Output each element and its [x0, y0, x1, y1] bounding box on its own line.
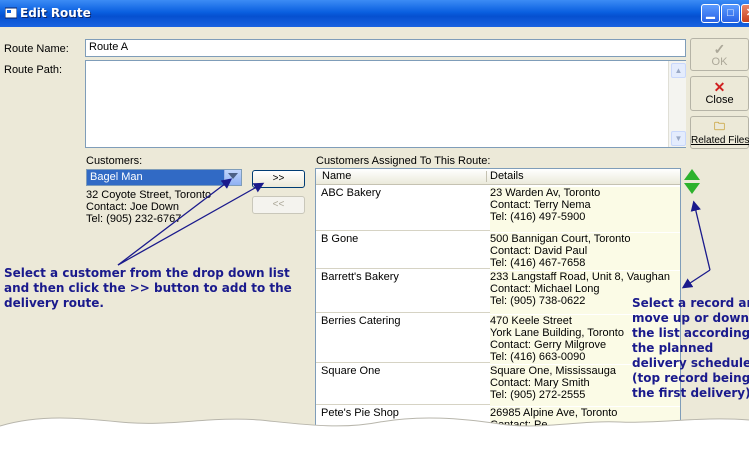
assigned-customers-grid[interactable]: Name Details ABC Bakery 23 Warden Av, To…	[315, 168, 681, 449]
callout-line: move up or down	[632, 311, 749, 325]
detail-line: 23 Warden Av, Toronto	[490, 187, 601, 199]
column-header-name[interactable]: Name	[322, 170, 351, 182]
route-path-textarea[interactable]	[85, 60, 686, 148]
route-path-label: Route Path:	[4, 64, 63, 76]
callout-line: the list according to	[632, 326, 749, 340]
add-customer-button[interactable]: >>	[252, 170, 305, 188]
minimize-icon: ▁	[706, 7, 715, 19]
callout-line: delivery schedule	[632, 356, 749, 370]
minimize-button[interactable]: ▁	[701, 4, 720, 23]
move-down-arrow-icon[interactable]	[684, 183, 700, 194]
grid-header: Name Details	[316, 169, 680, 185]
related-files-button[interactable]: 🗀 Related Files	[690, 116, 749, 149]
table-row[interactable]: ABC Bakery 23 Warden Av, Toronto Contact…	[316, 185, 680, 232]
row-details: 23 Warden Av, Toronto Contact: Terry Nem…	[490, 187, 680, 232]
callout-line: Select a customer from the drop down lis…	[4, 266, 290, 280]
route-path-scrollbar[interactable]: ▲ ▼	[668, 61, 686, 147]
route-name-label: Route Name:	[4, 43, 69, 55]
table-row[interactable]: Berries Catering 470 Keele Street York L…	[316, 313, 680, 364]
torn-edge	[0, 417, 749, 449]
customer-dropdown[interactable]: Bagel Man	[86, 169, 242, 186]
table-row[interactable]: B Gone 500 Bannigan Court, Toronto Conta…	[316, 231, 680, 270]
detail-line: Contact: Michael Long	[490, 283, 600, 295]
right-instruction-callout: Select a record and move up or down the …	[632, 296, 749, 401]
scroll-down-icon[interactable]: ▼	[671, 131, 686, 146]
row-name: ABC Bakery	[321, 187, 381, 199]
callout-line: the first delivery).	[632, 386, 749, 400]
table-row[interactable]: Square One Square One, Mississauga Conta…	[316, 363, 680, 406]
callout-line: the planned	[632, 341, 714, 355]
ok-label: OK	[711, 56, 728, 68]
close-label: Close	[705, 94, 734, 106]
edit-route-window: Edit Route ▁ □ ✕ Route Name: Route A Rou…	[0, 0, 749, 449]
customer-address: 32 Coyote Street, Toronto	[86, 189, 212, 201]
close-icon: ✕	[742, 5, 749, 22]
route-name-input[interactable]: Route A	[85, 39, 686, 57]
maximize-button[interactable]: □	[721, 4, 740, 23]
ok-button[interactable]: ✓ OK	[690, 38, 749, 71]
arrow-to-grid	[681, 269, 711, 289]
maximize-icon: □	[727, 7, 734, 19]
close-x-icon: ✕	[713, 79, 726, 95]
folder-icon: 🗀	[714, 121, 725, 133]
checkmark-icon: ✓	[713, 41, 726, 57]
related-files-label: Related Files	[691, 135, 749, 146]
detail-line: Tel: (416) 497-5900	[490, 211, 586, 223]
assigned-customers-label: Customers Assigned To This Route:	[316, 155, 491, 167]
remove-customer-button[interactable]: <<	[252, 196, 305, 214]
column-header-details[interactable]: Details	[490, 170, 524, 182]
column-divider	[486, 171, 487, 182]
customer-tel: Tel: (905) 232-6767	[86, 213, 182, 225]
window-title: Edit Route	[20, 6, 91, 20]
callout-line: delivery route.	[4, 296, 104, 310]
detail-line: Contact: David Paul	[490, 245, 588, 257]
row-name: Berries Catering	[321, 315, 401, 327]
customers-label: Customers:	[86, 155, 143, 167]
row-name: Square One	[321, 365, 381, 377]
table-row[interactable]: Barrett's Bakery 233 Langstaff Road, Uni…	[316, 269, 680, 314]
detail-line: Contact: Terry Nema	[490, 199, 591, 211]
callout-line: (top record being	[632, 371, 749, 385]
dropdown-arrow-button[interactable]	[224, 170, 241, 185]
title-bar[interactable]: Edit Route ▁ □ ✕	[0, 0, 749, 27]
detail-line: 233 Langstaff Road, Unit 8, Vaughan	[490, 271, 671, 283]
chevron-down-icon	[228, 173, 238, 179]
callout-line: and then click the >> button to add to t…	[4, 281, 292, 295]
scroll-up-icon[interactable]: ▲	[671, 63, 686, 78]
customer-contact: Contact: Joe Down	[86, 201, 179, 213]
customer-dropdown-value: Bagel Man	[90, 171, 143, 183]
close-window-button[interactable]: ✕	[741, 4, 749, 23]
row-name: Barrett's Bakery	[321, 271, 399, 283]
row-name: B Gone	[321, 233, 359, 245]
callout-line: Select a record and	[632, 296, 749, 310]
move-up-arrow-icon[interactable]	[684, 169, 700, 180]
close-button[interactable]: ✕ Close	[690, 76, 749, 111]
row-details: 500 Bannigan Court, Toronto Contact: Dav…	[490, 233, 680, 270]
arrow-to-move-up	[690, 200, 711, 271]
detail-line: Tel: (416) 467-7658	[490, 257, 586, 269]
app-icon	[5, 7, 17, 19]
detail-line: 500 Bannigan Court, Toronto	[490, 233, 631, 245]
left-instruction-callout: Select a customer from the drop down lis…	[4, 266, 292, 311]
